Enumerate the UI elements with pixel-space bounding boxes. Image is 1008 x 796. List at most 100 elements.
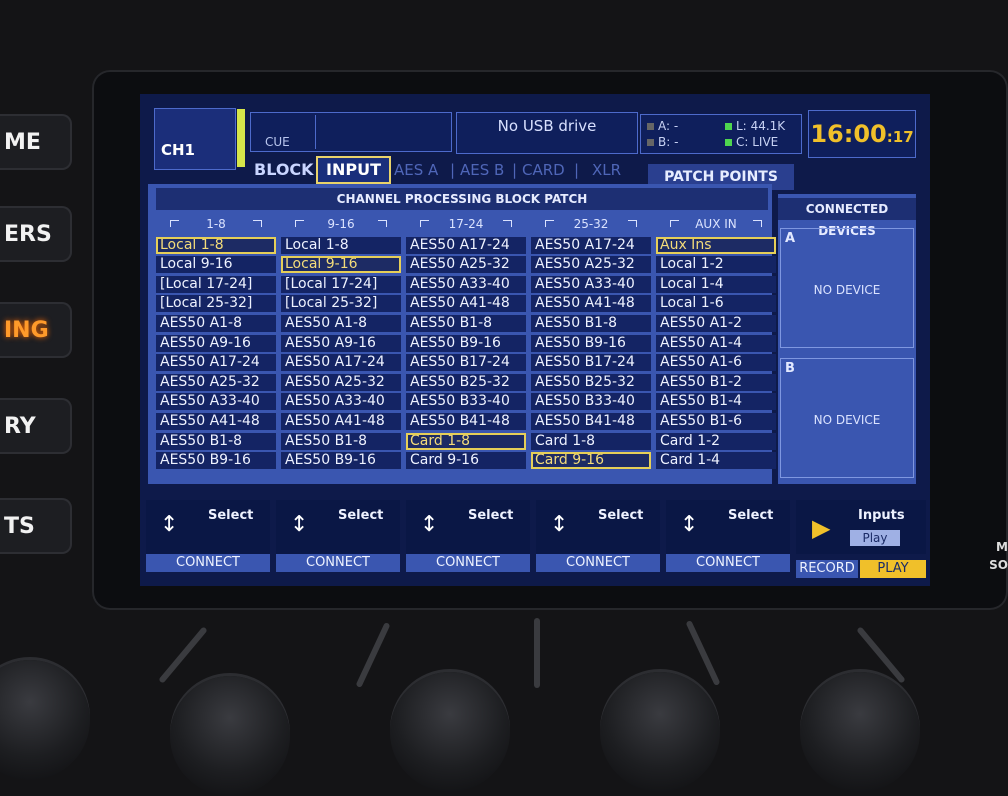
patch-option[interactable]: [Local 25-32] bbox=[281, 295, 401, 313]
device-slot-b[interactable]: B NO DEVICE bbox=[780, 358, 914, 478]
patch-option[interactable]: AES50 B41-48 bbox=[531, 412, 651, 430]
rotary-knob[interactable] bbox=[170, 676, 290, 796]
device-slot-a[interactable]: A NO DEVICE bbox=[780, 228, 914, 348]
patch-option[interactable]: Card 1-8 bbox=[531, 432, 651, 450]
connect-button[interactable]: CONNECT bbox=[276, 554, 400, 572]
patch-option[interactable]: AES50 A9-16 bbox=[281, 334, 401, 352]
patch-option[interactable]: [Local 25-32] bbox=[156, 295, 276, 313]
side-key-home[interactable]: ME bbox=[0, 114, 72, 170]
patch-option[interactable]: AES50 A41-48 bbox=[406, 295, 526, 313]
patch-option[interactable]: AES50 B9-16 bbox=[531, 334, 651, 352]
tab-card[interactable]: CARD bbox=[522, 156, 565, 184]
tab-block[interactable]: BLOCK bbox=[254, 156, 314, 184]
patch-option[interactable]: AES50 B25-32 bbox=[406, 373, 526, 391]
play-button[interactable]: PLAY bbox=[860, 560, 926, 578]
patch-option[interactable]: Aux Ins bbox=[656, 236, 776, 254]
patch-option[interactable]: AES50 A33-40 bbox=[406, 275, 526, 293]
patch-option[interactable]: AES50 A17-24 bbox=[156, 354, 276, 372]
patch-option[interactable]: AES50 A9-16 bbox=[156, 334, 276, 352]
encoder-slot[interactable]: ↕ Select bbox=[536, 500, 660, 554]
patch-option[interactable]: AES50 A1-8 bbox=[281, 314, 401, 332]
patch-option[interactable]: AES50 B33-40 bbox=[531, 393, 651, 411]
patch-column-header: AUX IN bbox=[656, 214, 776, 234]
encoder-function-label: Select bbox=[208, 508, 254, 523]
patch-option[interactable]: AES50 B17-24 bbox=[531, 354, 651, 372]
patch-option[interactable]: AES50 A33-40 bbox=[156, 393, 276, 411]
patch-option[interactable]: AES50 A41-48 bbox=[156, 412, 276, 430]
patch-option[interactable]: AES50 B1-4 bbox=[656, 393, 776, 411]
patch-option[interactable]: AES50 B41-48 bbox=[406, 412, 526, 430]
tab-separator: | bbox=[574, 161, 580, 179]
encoder-slot[interactable]: ↕ Select bbox=[146, 500, 270, 554]
patch-option[interactable]: AES50 B1-8 bbox=[281, 432, 401, 450]
rotary-knob[interactable] bbox=[0, 660, 90, 780]
side-key-routing[interactable]: ING bbox=[0, 302, 72, 358]
patch-option[interactable]: AES50 A33-40 bbox=[281, 393, 401, 411]
rotary-knob[interactable] bbox=[390, 672, 510, 792]
patch-option[interactable]: AES50 A1-4 bbox=[656, 334, 776, 352]
tab-xlr[interactable]: XLR bbox=[592, 156, 621, 184]
patch-option[interactable]: AES50 A17-24 bbox=[281, 354, 401, 372]
patch-option[interactable]: Local 9-16 bbox=[281, 256, 401, 274]
side-key-meters[interactable]: ERS bbox=[0, 206, 72, 262]
panel-title: CHANNEL PROCESSING BLOCK PATCH bbox=[156, 188, 768, 210]
patch-option[interactable]: AES50 A17-24 bbox=[406, 236, 526, 254]
patch-option[interactable]: AES50 A25-32 bbox=[281, 373, 401, 391]
encoder-slot[interactable]: ↕ Select bbox=[406, 500, 530, 554]
encoder-slot[interactable]: ↕ Select bbox=[666, 500, 790, 554]
patch-option[interactable]: AES50 A33-40 bbox=[531, 275, 651, 293]
patch-option[interactable]: Local 9-16 bbox=[156, 256, 276, 274]
player-area[interactable]: ▶ Inputs Play bbox=[796, 500, 926, 554]
usb-status[interactable]: No USB drive bbox=[456, 112, 638, 154]
patch-option[interactable]: AES50 A25-32 bbox=[156, 373, 276, 391]
patch-option[interactable]: AES50 A41-48 bbox=[531, 295, 651, 313]
connect-button[interactable]: CONNECT bbox=[406, 554, 530, 572]
patch-option[interactable]: Local 1-8 bbox=[156, 236, 276, 254]
patch-option[interactable]: Local 1-4 bbox=[656, 275, 776, 293]
encoder-slot[interactable]: ↕ Select bbox=[276, 500, 400, 554]
patch-option[interactable]: Local 1-6 bbox=[656, 295, 776, 313]
patch-option[interactable]: [Local 17-24] bbox=[156, 275, 276, 293]
side-key-effects[interactable]: TS bbox=[0, 498, 72, 554]
connect-button[interactable]: CONNECT bbox=[666, 554, 790, 572]
channel-indicator[interactable]: CH1 bbox=[154, 108, 245, 170]
patch-option[interactable]: AES50 A41-48 bbox=[281, 412, 401, 430]
patch-option[interactable]: AES50 B17-24 bbox=[406, 354, 526, 372]
patch-option[interactable]: AES50 B1-8 bbox=[406, 314, 526, 332]
patch-option[interactable]: Card 9-16 bbox=[531, 452, 651, 470]
record-button[interactable]: RECORD bbox=[796, 560, 858, 578]
patch-option[interactable]: Card 1-8 bbox=[406, 432, 526, 450]
patch-option[interactable]: [Local 17-24] bbox=[281, 275, 401, 293]
rotary-knob[interactable] bbox=[800, 672, 920, 792]
patch-option[interactable]: Card 1-4 bbox=[656, 452, 776, 470]
patch-option[interactable]: AES50 B1-6 bbox=[656, 412, 776, 430]
patch-option[interactable]: AES50 B1-8 bbox=[156, 432, 276, 450]
patch-option[interactable]: AES50 A1-8 bbox=[156, 314, 276, 332]
connect-button[interactable]: CONNECT bbox=[146, 554, 270, 572]
patch-option[interactable]: AES50 A1-6 bbox=[656, 354, 776, 372]
rotary-knob[interactable] bbox=[600, 672, 720, 792]
play-mode-button[interactable]: Play bbox=[850, 530, 900, 546]
tab-input[interactable]: INPUT bbox=[316, 156, 391, 184]
patch-option[interactable]: AES50 A17-24 bbox=[531, 236, 651, 254]
side-key-library[interactable]: RY bbox=[0, 398, 72, 454]
tab-aes-a[interactable]: AES A bbox=[394, 156, 438, 184]
patch-option[interactable]: AES50 B9-16 bbox=[281, 452, 401, 470]
tab-aes-b[interactable]: AES B bbox=[460, 156, 504, 184]
patch-option[interactable]: AES50 B1-8 bbox=[531, 314, 651, 332]
patch-option[interactable]: AES50 A1-2 bbox=[656, 314, 776, 332]
patch-option[interactable]: AES50 B1-2 bbox=[656, 373, 776, 391]
patch-column-header: 25-32 bbox=[531, 214, 651, 234]
connect-button[interactable]: CONNECT bbox=[536, 554, 660, 572]
patch-option[interactable]: AES50 A25-32 bbox=[531, 256, 651, 274]
patch-option[interactable]: AES50 B9-16 bbox=[156, 452, 276, 470]
right-edge-label-so: SO bbox=[989, 558, 1008, 572]
patch-option[interactable]: Card 9-16 bbox=[406, 452, 526, 470]
patch-option[interactable]: AES50 B33-40 bbox=[406, 393, 526, 411]
patch-option[interactable]: Local 1-2 bbox=[656, 256, 776, 274]
patch-option[interactable]: Local 1-8 bbox=[281, 236, 401, 254]
patch-option[interactable]: AES50 B25-32 bbox=[531, 373, 651, 391]
patch-option[interactable]: AES50 B9-16 bbox=[406, 334, 526, 352]
patch-option[interactable]: AES50 A25-32 bbox=[406, 256, 526, 274]
patch-option[interactable]: Card 1-2 bbox=[656, 432, 776, 450]
